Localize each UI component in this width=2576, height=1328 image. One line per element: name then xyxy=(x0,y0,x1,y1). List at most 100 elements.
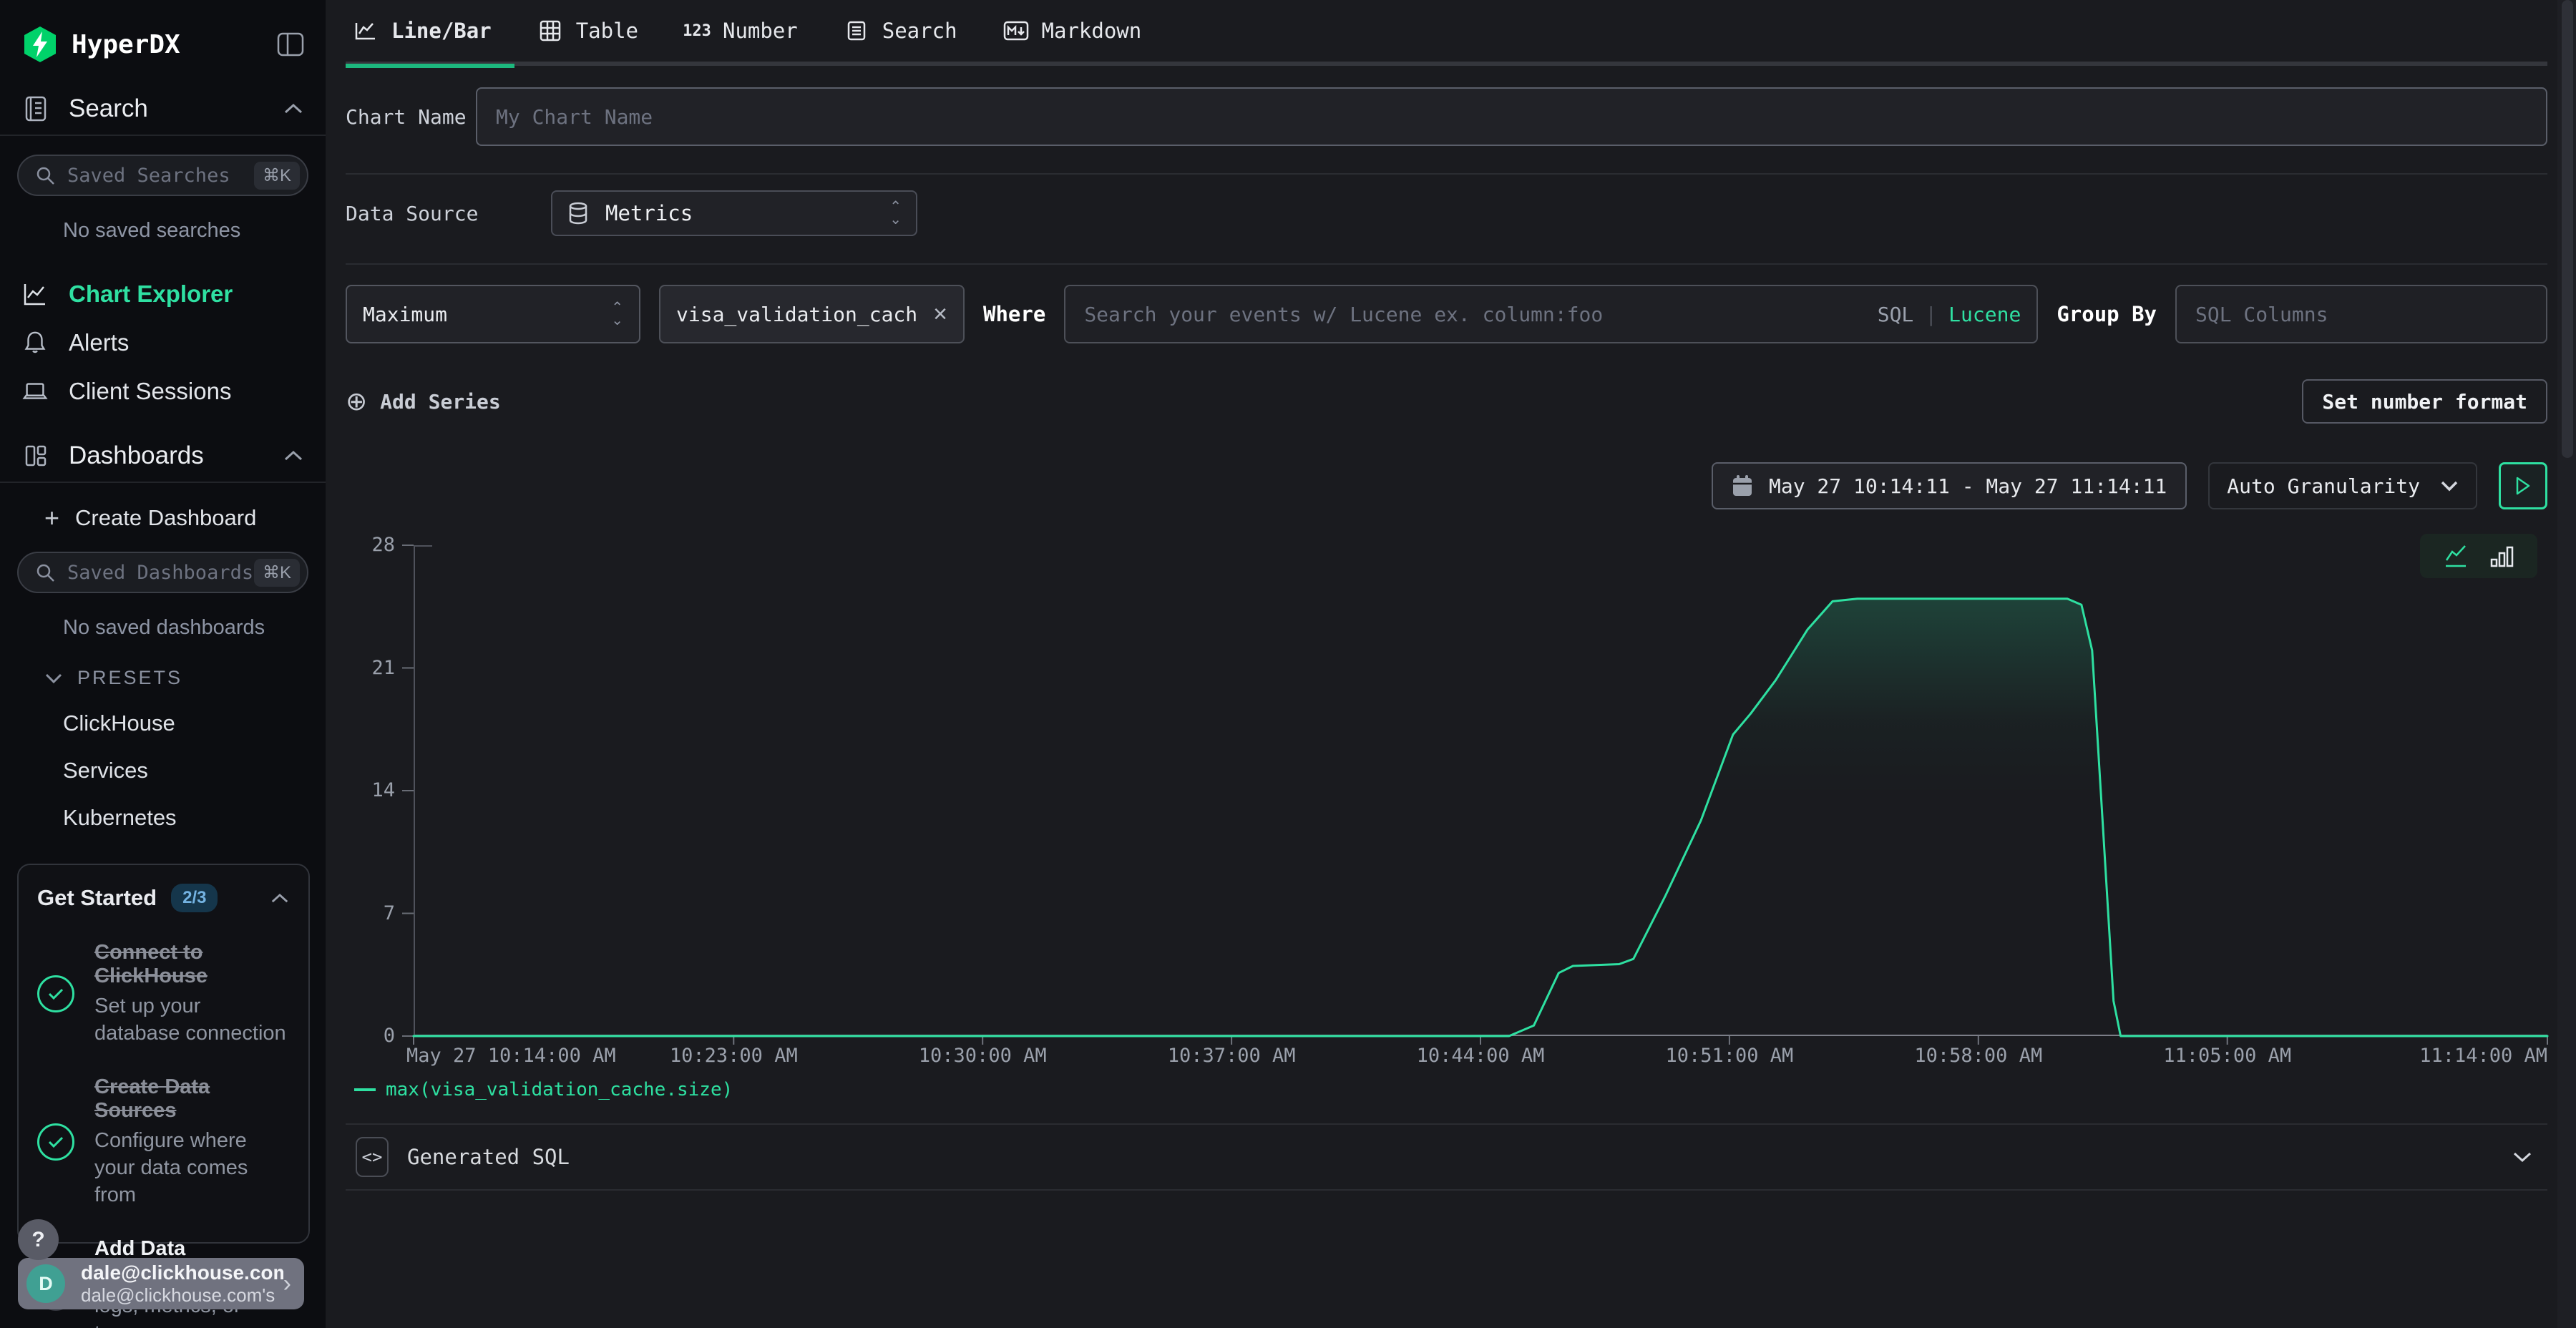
user-email: dale@clickhouse.com xyxy=(81,1261,283,1284)
chevron-up-icon[interactable] xyxy=(283,449,304,462)
add-series-label: Add Series xyxy=(380,390,501,414)
data-source-select[interactable]: Metrics ⌃⌄ xyxy=(551,190,917,236)
dashboards-icon xyxy=(21,441,50,470)
database-icon xyxy=(567,201,590,225)
x-tick-label: May 27 10:14:00 AM xyxy=(406,1045,616,1067)
no-saved-dashboards-text: No saved dashboards xyxy=(0,593,326,640)
help-button[interactable]: ? xyxy=(18,1219,59,1260)
legend-label: max(visa_validation_cache.size) xyxy=(386,1079,733,1100)
generated-sql-label: Generated SQL xyxy=(407,1145,2512,1169)
time-controls-row: May 27 10:14:11 - May 27 11:14:11 Auto G… xyxy=(346,462,2547,509)
presets-title: PRESETS xyxy=(77,667,182,689)
sql-mode-button[interactable]: SQL xyxy=(1878,303,1914,326)
close-icon[interactable]: × xyxy=(933,301,947,328)
saved-searches-input[interactable]: Saved Searches ⌘K xyxy=(17,155,308,196)
bar-view-icon[interactable] xyxy=(2489,542,2515,570)
get-started-item-title: Create Data Sources xyxy=(94,1075,290,1123)
dashboards-section-header[interactable]: Dashboards xyxy=(0,430,326,482)
logo-row: HyperDX xyxy=(0,0,326,63)
query-language-toggle: SQL | Lucene xyxy=(1878,303,2021,326)
date-range-picker[interactable]: May 27 10:14:11 - May 27 11:14:11 xyxy=(1712,462,2187,509)
presets-header[interactable]: PRESETS xyxy=(0,640,326,689)
chevron-down-icon xyxy=(2440,480,2459,492)
divider: | xyxy=(1925,303,1937,326)
preset-kubernetes[interactable]: Kubernetes xyxy=(0,783,326,831)
create-dashboard-label: Create Dashboard xyxy=(75,505,256,531)
get-started-item-desc: Configure where your data comes from xyxy=(94,1127,290,1209)
tab-table[interactable]: Table xyxy=(514,0,661,64)
granularity-select[interactable]: Auto Granularity xyxy=(2208,462,2477,509)
aggregation-select[interactable]: Maximum ⌃⌄ xyxy=(346,285,640,343)
chevron-up-icon[interactable] xyxy=(283,102,304,115)
bell-icon xyxy=(21,329,49,356)
chevron-down-icon xyxy=(2512,1151,2533,1163)
aggregation-value: Maximum xyxy=(363,303,611,326)
preset-clickhouse[interactable]: ClickHouse xyxy=(0,689,326,736)
dashboards-section-title: Dashboards xyxy=(69,441,283,470)
plus-icon: + xyxy=(44,503,59,533)
get-started-title: Get Started xyxy=(37,885,157,911)
tab-markdown[interactable]: Markdown xyxy=(980,0,1165,64)
chart-name-label: Chart Name xyxy=(346,105,476,129)
get-started-item-connect[interactable]: Connect to ClickHouse Set up your databa… xyxy=(37,941,290,1047)
line-chart-icon xyxy=(353,18,379,44)
number-123-icon: 123 xyxy=(684,18,710,44)
data-source-value: Metrics xyxy=(605,201,889,225)
set-number-format-button[interactable]: Set number format xyxy=(2302,379,2547,424)
group-by-input[interactable] xyxy=(2175,285,2547,343)
user-menu[interactable]: D dale@clickhouse.com dale@clickhouse.co… xyxy=(18,1258,304,1309)
no-saved-searches-text: No saved searches xyxy=(0,196,326,243)
tab-line-bar[interactable]: Line/Bar xyxy=(346,0,514,64)
y-tick-label: 7 xyxy=(384,902,395,924)
chevron-right-icon: › xyxy=(283,1270,291,1298)
sidebar-item-alerts[interactable]: Alerts xyxy=(0,318,326,367)
table-grid-icon xyxy=(537,18,563,44)
tab-search[interactable]: Search xyxy=(821,0,980,64)
preset-services[interactable]: Services xyxy=(0,736,326,783)
metric-tag-label: visa_validation_cach xyxy=(676,303,917,326)
x-tick-label: 10:58:00 AM xyxy=(1914,1045,2042,1067)
kbd-shortcut: ⌘K xyxy=(254,162,300,190)
select-chevrons-icon: ⌃⌄ xyxy=(611,301,623,327)
chart-area: 07142128 May 27 10:14:00 AM10:23:00 AM10… xyxy=(346,515,2547,1068)
plot-svg xyxy=(414,545,2547,1036)
tab-number[interactable]: 123 Number xyxy=(661,0,821,64)
x-tick-label: 11:14:00 AM xyxy=(2419,1045,2547,1067)
chart-display-toggle[interactable] xyxy=(2420,534,2537,578)
chevron-down-icon xyxy=(44,673,63,684)
get-started-item-datasources[interactable]: Create Data Sources Configure where your… xyxy=(37,1075,290,1209)
divider xyxy=(346,263,2547,265)
x-tick-label: 11:05:00 AM xyxy=(2163,1045,2291,1067)
add-series-button[interactable]: ⊕ Add Series xyxy=(346,387,501,416)
metric-tag[interactable]: visa_validation_cach × xyxy=(659,285,965,343)
create-dashboard-button[interactable]: + Create Dashboard xyxy=(0,483,326,533)
search-icon xyxy=(34,562,56,583)
granularity-value: Auto Granularity xyxy=(2227,474,2420,498)
x-tick-label: 10:37:00 AM xyxy=(1168,1045,1296,1067)
sidebar-item-client-sessions[interactable]: Client Sessions xyxy=(0,367,326,416)
date-range-value: May 27 10:14:11 - May 27 11:14:11 xyxy=(1769,474,2167,498)
scrollbar[interactable] xyxy=(2557,0,2576,1328)
chevron-up-icon[interactable] xyxy=(270,892,290,904)
add-series-row: ⊕ Add Series Set number format xyxy=(346,379,2547,424)
chart-type-tabs: Line/Bar Table 123 Number Search xyxy=(346,0,2547,66)
data-source-label: Data Source xyxy=(346,202,551,225)
sidebar-item-label: Alerts xyxy=(69,329,129,356)
generated-sql-section[interactable]: <> Generated SQL xyxy=(346,1125,2547,1189)
lucene-mode-button[interactable]: Lucene xyxy=(1948,303,2021,326)
search-section-header[interactable]: Search xyxy=(0,83,326,135)
saved-dashboards-input[interactable]: Saved Dashboards ⌘K xyxy=(17,552,308,593)
x-axis-labels: May 27 10:14:00 AM10:23:00 AM10:30:00 AM… xyxy=(414,1045,2547,1073)
run-query-button[interactable] xyxy=(2499,462,2547,509)
code-icon: <> xyxy=(356,1137,389,1177)
divider xyxy=(0,135,326,136)
collapse-sidebar-icon[interactable] xyxy=(274,28,307,61)
markdown-icon xyxy=(1003,18,1029,44)
line-chart-icon xyxy=(21,280,49,308)
line-view-icon[interactable] xyxy=(2442,542,2471,570)
x-tick-label: 10:51:00 AM xyxy=(1665,1045,1793,1067)
circle-plus-icon: ⊕ xyxy=(346,387,367,416)
search-section-title: Search xyxy=(69,94,283,123)
chart-name-input[interactable] xyxy=(476,87,2547,146)
sidebar-item-chart-explorer[interactable]: Chart Explorer xyxy=(0,270,326,318)
